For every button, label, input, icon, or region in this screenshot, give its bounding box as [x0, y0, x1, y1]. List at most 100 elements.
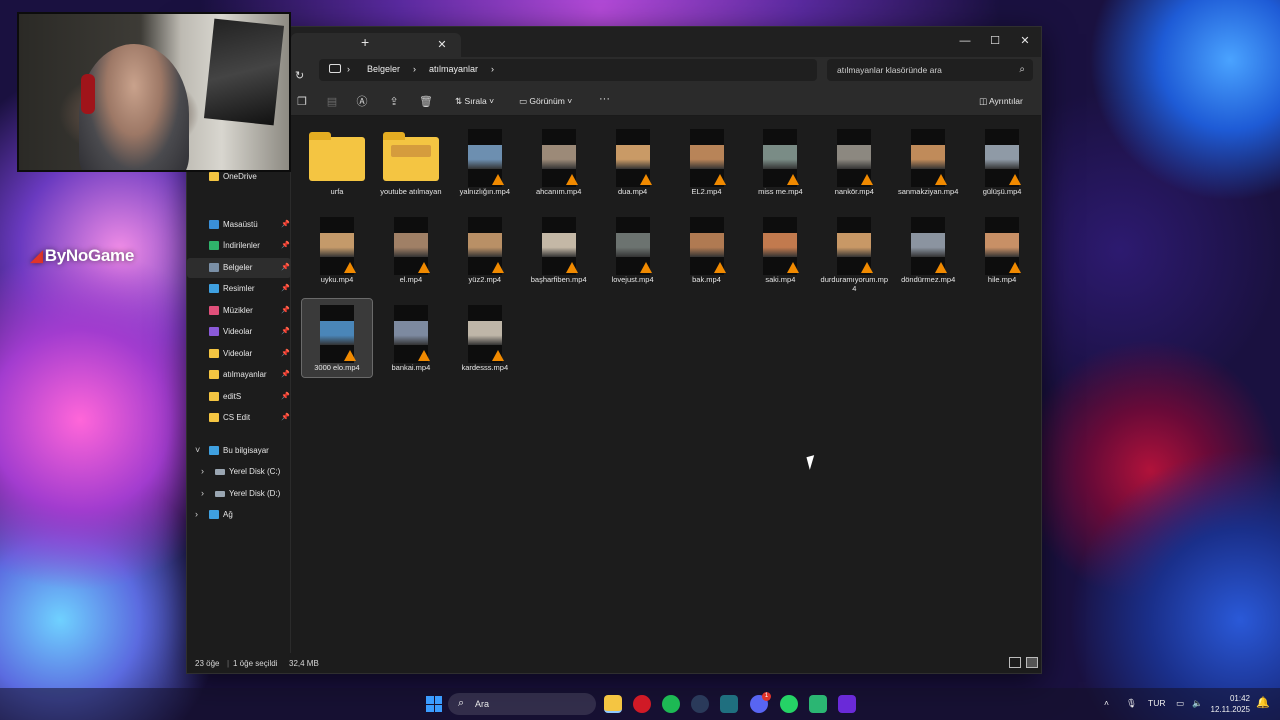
messenger-app-icon[interactable] — [809, 695, 827, 713]
video-file-item[interactable]: bak.mp4 — [672, 211, 742, 289]
video-file-item[interactable]: saki.mp4 — [745, 211, 815, 289]
folder-item[interactable]: youtube atılmayan — [376, 123, 446, 201]
folder-icon — [209, 349, 219, 358]
sidebar-item-drive-c[interactable]: › Yerel Disk (C:) — [187, 462, 291, 482]
video-file-item[interactable]: uyku.mp4 — [302, 211, 372, 289]
opera-icon[interactable] — [633, 695, 651, 713]
input-language[interactable]: TUR — [1148, 698, 1165, 708]
sidebar-item-label: Bu bilgisayar — [223, 446, 269, 455]
notification-icon[interactable]: 🔔 — [1256, 696, 1270, 709]
pin-icon[interactable]: 📌 — [281, 284, 290, 292]
file-explorer-icon[interactable] — [604, 695, 622, 713]
video-file-item[interactable]: başharfiben.mp4 — [524, 211, 594, 289]
tab-atilmayanlar[interactable]: ✕ — [291, 33, 461, 57]
refresh-icon[interactable]: ↻ — [295, 69, 304, 82]
view-button[interactable]: ▭ Görünüm ˅ — [519, 96, 572, 107]
maximize-button[interactable]: ☐ — [981, 31, 1009, 51]
search-input[interactable]: atılmayanlar klasöründe ara ⌕ — [827, 59, 1033, 81]
pin-icon[interactable]: 📌 — [281, 220, 290, 228]
microphone-icon[interactable]: 🎙 — [1126, 698, 1137, 709]
obs-icon[interactable] — [838, 695, 856, 713]
start-button[interactable] — [426, 696, 442, 712]
folder-item[interactable]: urfa — [302, 123, 372, 201]
chevron-right-icon[interactable]: › — [201, 466, 204, 476]
clock[interactable]: 01:42 12.11.2025 — [1211, 693, 1250, 715]
sidebar-item-masa-st-[interactable]: Masaüstü 📌 — [187, 215, 291, 235]
new-tab-button[interactable]: + — [361, 34, 369, 50]
taskbar-search[interactable]: ⌕ Ara — [448, 693, 596, 715]
chevron-right-icon[interactable]: › — [195, 509, 198, 519]
video-file-item[interactable]: nankör.mp4 — [819, 123, 889, 201]
sidebar-item-m-zikler[interactable]: Müzikler 📌 — [187, 301, 291, 321]
vlc-icon — [935, 174, 948, 185]
network-icon[interactable]: ▭ — [1176, 698, 1184, 709]
pin-icon[interactable]: 📌 — [281, 392, 290, 400]
video-file-item[interactable]: el.mp4 — [376, 211, 446, 289]
video-file-item[interactable]: yalnızlığın.mp4 — [450, 123, 520, 201]
minimize-button[interactable]: — — [951, 31, 979, 51]
sidebar-item-videolar[interactable]: Videolar 📌 — [187, 344, 291, 364]
sidebar-item-label: Masaüstü — [223, 220, 258, 229]
video-file-item[interactable]: lovejust.mp4 — [598, 211, 668, 289]
sidebar-item-cs-edit[interactable]: CS Edit 📌 — [187, 408, 291, 428]
vegas-icon[interactable] — [720, 695, 738, 713]
share-icon[interactable]: ⇪ — [387, 95, 401, 109]
file-name: kardesss.mp4 — [461, 363, 509, 372]
clock-date: 12.11.2025 — [1210, 705, 1250, 714]
volume-icon[interactable]: 🔈 — [1192, 698, 1203, 709]
delete-icon[interactable]: 🗑 — [419, 95, 433, 109]
sidebar-item-at-lmayanlar[interactable]: atılmayanlar 📌 — [187, 365, 291, 385]
more-options-button[interactable]: ··· — [599, 93, 610, 105]
video-file-item[interactable]: döndürmez.mp4 — [893, 211, 963, 289]
chevron-up-icon[interactable]: ˄ — [1104, 698, 1109, 708]
video-file-item[interactable]: EL2.mp4 — [672, 123, 742, 201]
pin-icon[interactable]: 📌 — [281, 241, 290, 249]
video-file-item[interactable]: hile.mp4 — [967, 211, 1037, 289]
pin-icon[interactable]: 📌 — [281, 349, 290, 357]
video-file-item[interactable]: yüz2.mp4 — [450, 211, 520, 289]
spotify-icon[interactable] — [662, 695, 680, 713]
sidebar-item-edits[interactable]: editS 📌 — [187, 387, 291, 407]
video-file-item[interactable]: ahcanım.mp4 — [524, 123, 594, 201]
tab-close-button[interactable]: ✕ — [435, 38, 449, 52]
copy-icon[interactable]: ❐ — [295, 95, 309, 109]
rename-icon[interactable]: Ⓐ — [355, 95, 369, 109]
chevron-right-icon[interactable]: › — [201, 488, 204, 498]
video-file-item[interactable]: miss me.mp4 — [745, 123, 815, 201]
sort-button[interactable]: ⇅ Sırala ˅ — [455, 96, 494, 107]
thumbnail-image — [837, 233, 872, 257]
steam-icon[interactable] — [691, 695, 709, 713]
address-bar[interactable]: › Belgeler › atılmayanlar › — [319, 59, 817, 81]
pin-icon[interactable]: 📌 — [281, 413, 290, 421]
paste-icon[interactable]: ▤ — [325, 95, 339, 109]
thumbnail-image — [763, 233, 798, 257]
pin-icon[interactable]: 📌 — [281, 306, 290, 314]
sidebar-item-drive-d[interactable]: › Yerel Disk (D:) — [187, 484, 291, 504]
sidebar-item-i-ndirilenler[interactable]: İndirilenler 📌 — [187, 236, 291, 256]
video-file-item[interactable]: sanmakziyan.mp4 — [893, 123, 963, 201]
sidebar-item-belgeler[interactable]: Belgeler 📌 — [187, 258, 291, 278]
sidebar-item-network[interactable]: › Ağ — [187, 505, 291, 525]
breadcrumb-atilmayanlar[interactable]: atılmayanlar — [429, 64, 478, 74]
sidebar-item-this-pc[interactable]: ˅ Bu bilgisayar — [187, 441, 291, 461]
details-view-icon[interactable] — [1009, 657, 1021, 668]
pin-icon[interactable]: 📌 — [281, 263, 290, 271]
video-file-item[interactable]: 3000 elo.mp4 — [301, 298, 373, 378]
close-button[interactable]: ✕ — [1011, 31, 1039, 51]
video-file-item[interactable]: kardesss.mp4 — [450, 299, 520, 377]
chevron-down-icon[interactable]: ˅ — [195, 445, 200, 455]
sidebar-item-videolar[interactable]: Videolar 📌 — [187, 322, 291, 342]
video-file-item[interactable]: bankai.mp4 — [376, 299, 446, 377]
search-placeholder: atılmayanlar klasöründe ara — [837, 65, 942, 75]
tiles-view-icon[interactable] — [1026, 657, 1038, 668]
video-file-item[interactable]: durduramıyorum.mp4 — [819, 211, 889, 293]
sidebar-item-resimler[interactable]: Resimler 📌 — [187, 279, 291, 299]
video-file-item[interactable]: gülüşü.mp4 — [967, 123, 1037, 201]
breadcrumb-belgeler[interactable]: Belgeler — [367, 64, 400, 74]
pin-icon[interactable]: 📌 — [281, 327, 290, 335]
details-button[interactable]: ◫ Ayrıntılar — [979, 96, 1023, 107]
video-file-item[interactable]: dua.mp4 — [598, 123, 668, 201]
pin-icon[interactable]: 📌 — [281, 370, 290, 378]
whatsapp-icon[interactable] — [780, 695, 798, 713]
webcam-overlay — [17, 12, 291, 172]
